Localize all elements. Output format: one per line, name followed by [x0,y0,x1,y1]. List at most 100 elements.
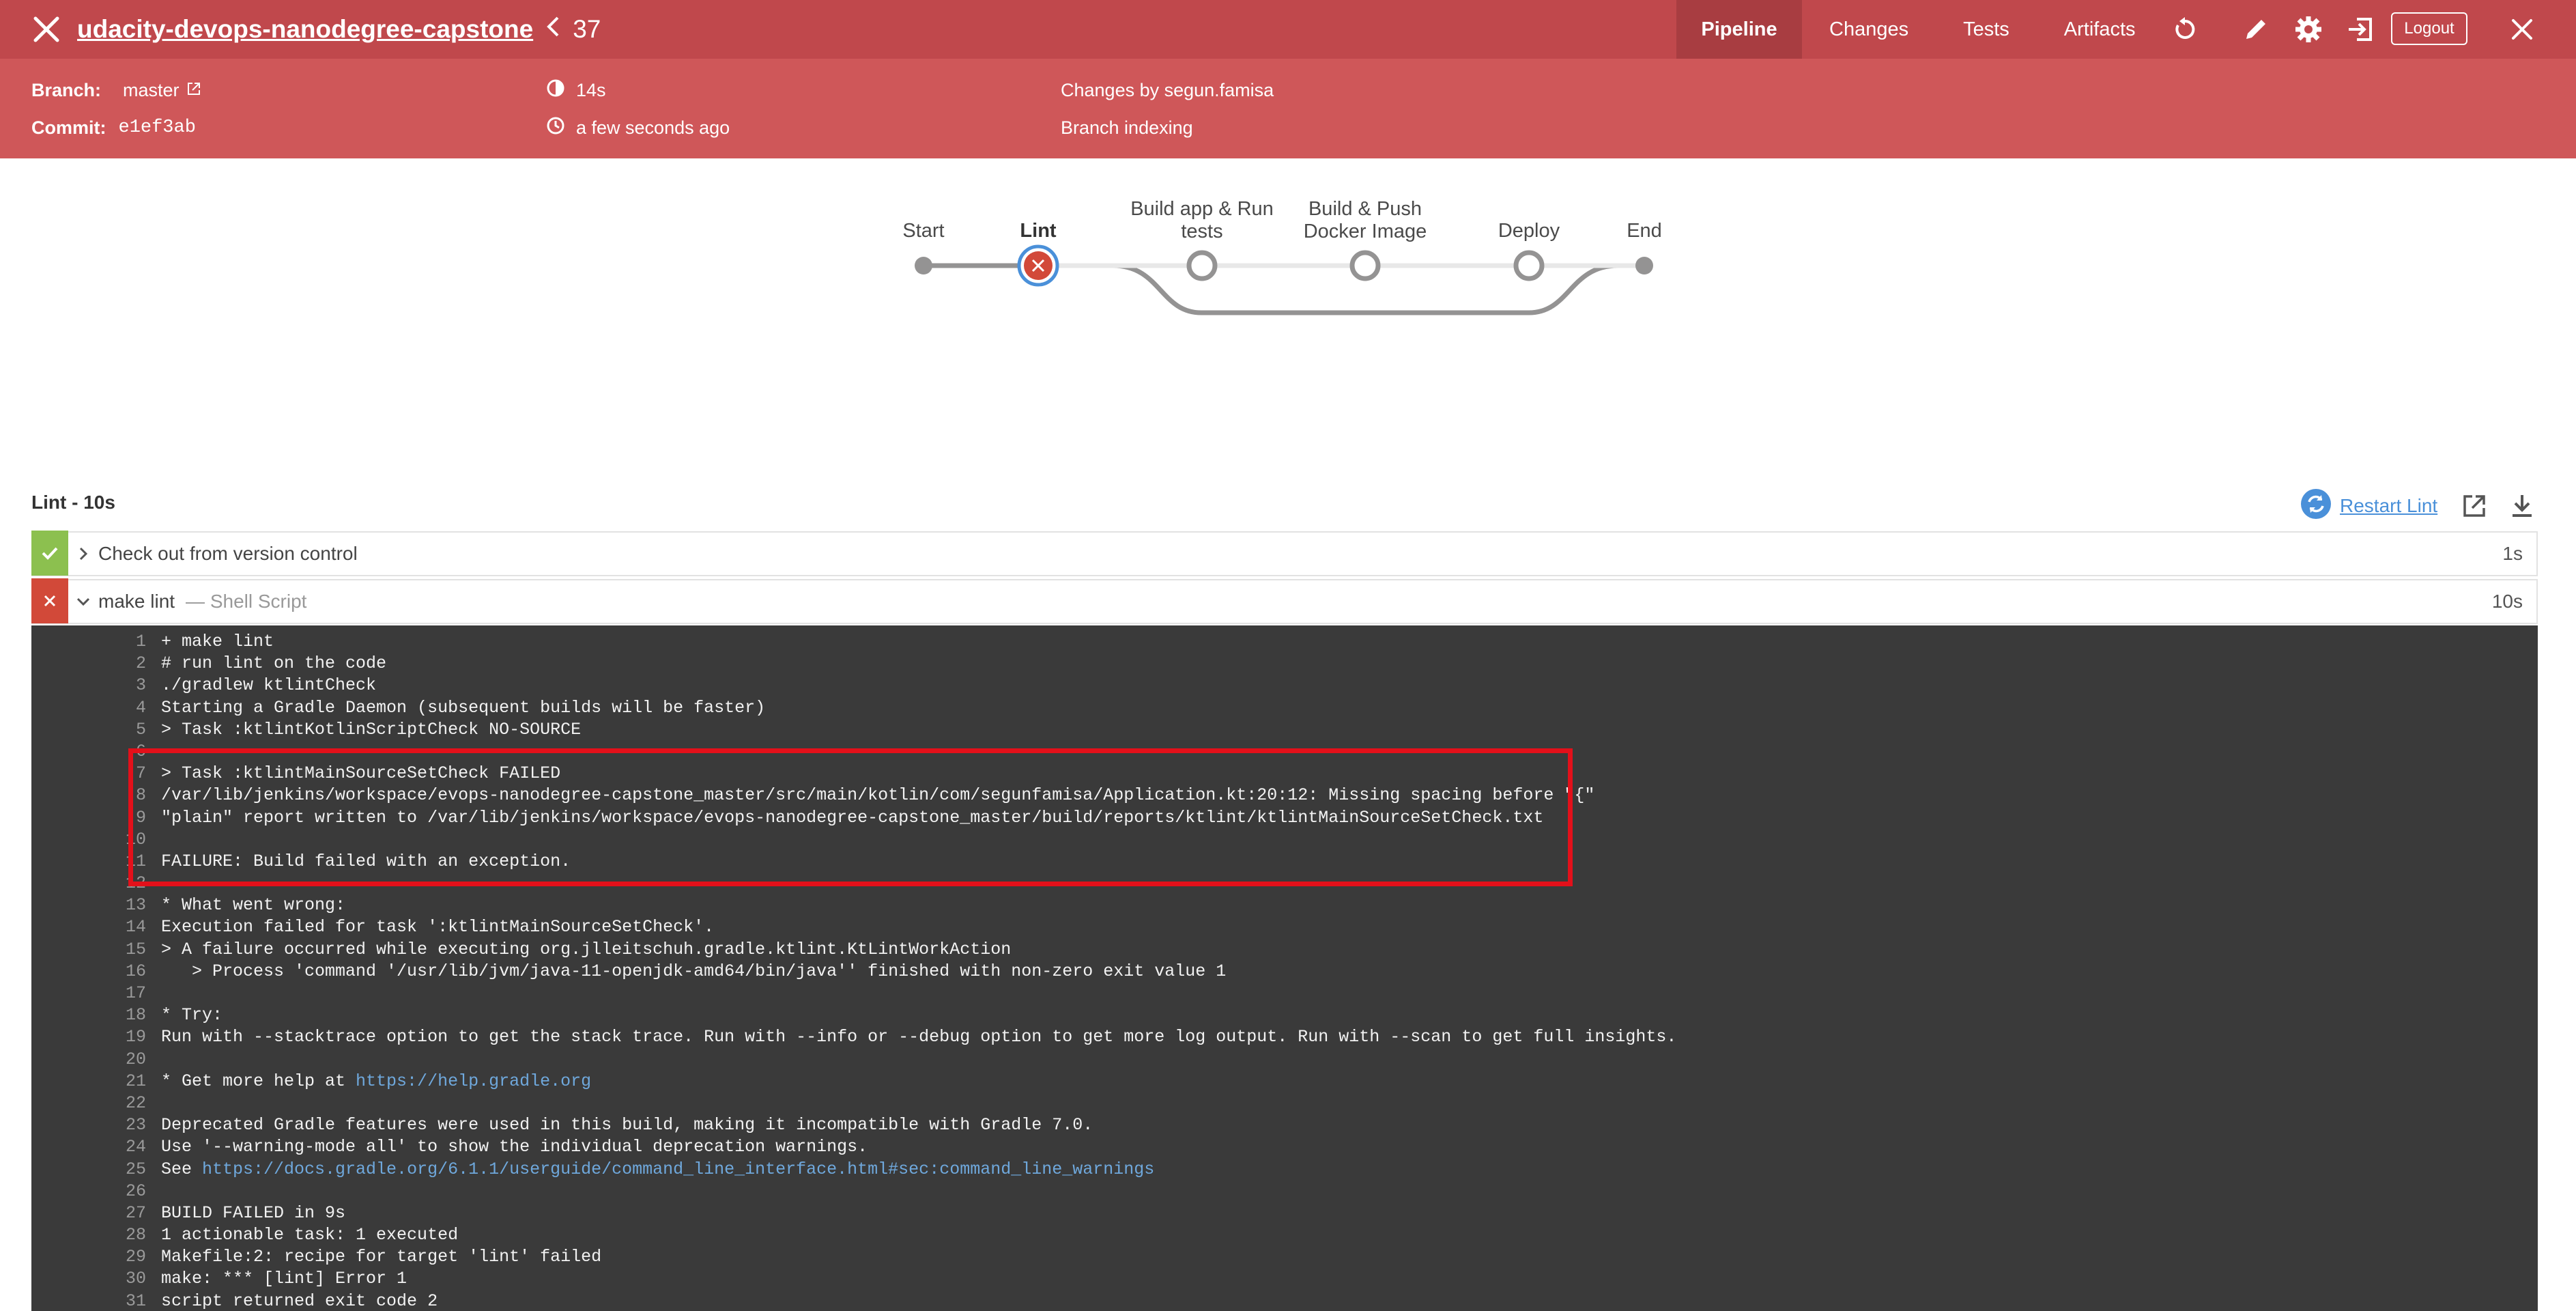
branch-value-link[interactable]: master [123,80,180,101]
close-icon[interactable] [29,12,63,46]
pipeline-graph: Start Lint Build app & Run tests Build &… [0,158,2576,445]
tab-tests[interactable]: Tests [1936,0,2037,59]
log-line-text: Makefile:2: recipe for target 'lint' fai… [161,1246,601,1268]
classic-ui-exit-icon[interactable] [2343,12,2377,46]
log-text: > A failure occurred while executing org… [161,939,1012,959]
log-line: 11 FAILURE: Build failed with an exceptio… [31,851,2538,873]
log-link[interactable]: https://docs.gradle.org/6.1.1/userguide/… [202,1159,1154,1179]
log-line-number[interactable]: 30 [72,1268,146,1290]
stage-label-end: End [1627,220,1662,242]
log-line: 18 * Try: [31,1004,2538,1026]
log-line: 6 [31,741,2538,763]
duration-icon [546,79,565,102]
chevron-right-icon[interactable] [68,546,98,561]
log-line-number[interactable]: 9 [72,807,146,829]
step-duration: 1s [2502,543,2523,564]
step-row-checkout[interactable]: Check out from version control 1s [31,531,2538,576]
log-line: 5 > Task :ktlintKotlinScriptCheck NO-SOUR… [31,719,2538,741]
node-build-app[interactable] [1186,250,1218,281]
log-line-text: 1 actionable task: 1 executed [161,1224,458,1246]
log-line-text: + make lint [161,631,274,653]
log-line: 29 Makefile:2: recipe for target 'lint' f… [31,1246,2538,1268]
tab-changes[interactable]: Changes [1802,0,1936,59]
log-line-number[interactable]: 27 [72,1202,146,1224]
close-icon[interactable] [2505,12,2539,46]
log-lines: 1 + make lint 2 # run lint on the code 3 ./gr… [31,625,2538,1311]
log-line-number[interactable]: 20 [72,1049,146,1071]
log-line-text: make: *** [lint] Error 1 [161,1268,407,1290]
cause-info: Branch indexing [1061,117,1193,138]
log-line-number[interactable]: 19 [72,1026,146,1048]
log-line-number[interactable]: 23 [72,1114,146,1136]
replay-icon[interactable] [2168,12,2202,46]
log-line-number[interactable]: 26 [72,1181,146,1202]
chevron-left-icon [545,14,560,45]
log-line: 23 Deprecated Gradle features were used i… [31,1114,2538,1136]
log-line-number[interactable]: 24 [72,1136,146,1158]
stage-label-build-push[interactable]: Build & Push Docker Image [1283,198,1447,243]
log-line: 12 [31,873,2538,894]
log-line: 14 Execution failed for task ':ktlintMain… [31,916,2538,938]
log-line-number[interactable]: 28 [72,1224,146,1246]
log-line-text: Run with --stacktrace option to get the … [161,1026,1676,1048]
log-line-number[interactable]: 1 [72,631,146,653]
log-text: See [161,1159,203,1179]
log-line-number[interactable]: 15 [72,939,146,961]
stage-label-lint[interactable]: Lint [956,220,1120,242]
log-line-number[interactable]: 2 [72,653,146,675]
log-line-number[interactable]: 13 [72,894,146,916]
log-line-number[interactable]: 16 [72,961,146,983]
log-line-number[interactable]: 31 [72,1291,146,1311]
log-line-text: > Task :ktlintMainSourceSetCheck FAILED [161,763,560,785]
log-line-number[interactable]: 29 [72,1246,146,1268]
log-line: 28 1 actionable task: 1 executed [31,1224,2538,1246]
log-line-number[interactable]: 21 [72,1071,146,1092]
step-row-make-lint[interactable]: make lint — Shell Script 10s [31,578,2538,624]
log-line: 9 "plain" report written to /var/lib/jenk… [31,807,2538,829]
step-type: — Shell Script [186,591,307,612]
log-line: 20 [31,1049,2538,1071]
log-line-number[interactable]: 6 [72,741,146,763]
log-link[interactable]: https://help.gradle.org [356,1071,591,1091]
node-lint-failed[interactable] [1017,244,1059,287]
step-duration: 10s [2491,591,2523,612]
job-name-link[interactable]: udacity-devops-nanodegree-capstone [77,15,533,44]
log-line-number[interactable]: 7 [72,763,146,785]
node-build-push[interactable] [1349,250,1381,281]
log-line-number[interactable]: 5 [72,719,146,741]
stage-label-build-app[interactable]: Build app & Run tests [1120,198,1284,243]
log-line: 4 Starting a Gradle Daemon (subsequent bu… [31,697,2538,719]
edit-pencil-icon[interactable] [2239,12,2273,46]
log-line: 8/var/lib/jenkins/workspace/evops-nanode… [31,785,2538,806]
node-deploy[interactable] [1513,250,1545,281]
log-line-number[interactable]: 25 [72,1159,146,1181]
console-log[interactable]: 1 + make lint 2 # run lint on the code 3 ./gr… [31,625,2538,1311]
download-icon[interactable] [2505,489,2539,523]
restart-stage-label[interactable]: Restart Lint [2340,495,2437,517]
log-line-number[interactable]: 22 [72,1092,146,1114]
open-in-new-window-icon[interactable] [2457,489,2491,523]
log-line-text: Execution failed for task ':ktlintMainSo… [161,916,714,938]
external-link-icon[interactable] [186,80,201,101]
restart-stage-button[interactable]: Restart Lint [2300,488,2437,524]
log-line: 15 > A failure occurred while executing o… [31,939,2538,961]
logout-button[interactable]: Logout [2391,12,2467,45]
duration-value: 14s [576,79,606,100]
log-text: > Task :ktlintMainSourceSetCheck FAILED [161,763,561,784]
chevron-down-icon[interactable] [68,595,98,608]
log-text: make: *** [lint] Error 1 [161,1269,407,1289]
log-line: 22 [31,1092,2538,1114]
log-line-number[interactable]: 4 [72,697,146,719]
log-line-number[interactable]: 10 [72,829,146,851]
log-line-number[interactable]: 11 [72,851,146,873]
log-line-number[interactable]: 8 [72,785,146,806]
log-line-number[interactable]: 14 [72,916,146,938]
settings-gear-icon[interactable] [2291,12,2325,46]
log-line-number[interactable]: 12 [72,873,146,894]
tab-artifacts[interactable]: Artifacts [2037,0,2163,59]
restart-icon [2300,488,2332,524]
tab-pipeline[interactable]: Pipeline [1676,0,1802,59]
log-line-number[interactable]: 18 [72,1004,146,1026]
log-line-number[interactable]: 3 [72,675,146,696]
log-line-number[interactable]: 17 [72,983,146,1004]
